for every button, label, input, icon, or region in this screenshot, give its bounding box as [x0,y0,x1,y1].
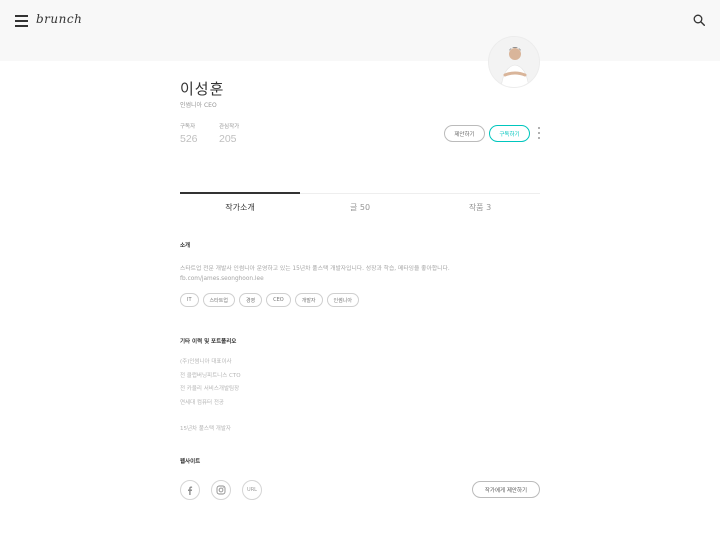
facebook-link[interactable]: fb.com/james.seonghoon.lee [180,276,264,282]
following-label: 관심작가 [219,124,240,130]
profile-cover [0,0,720,61]
subscriber-stat[interactable]: 구독자 526 [180,122,198,145]
subscriber-count: 526 [180,133,198,145]
instagram-button[interactable] [211,480,231,500]
tag-item[interactable]: 개발자 [294,293,323,307]
active-tab-indicator [180,192,300,194]
history-line: 전 클럽버닝피트니스 CTO [180,372,241,379]
tag-item[interactable]: 스타트업 [202,293,235,307]
tag-item[interactable]: 경영 [238,293,263,307]
tab-works[interactable]: 작품 3 [420,202,540,213]
url-label: URL [247,487,257,493]
more-vertical-icon[interactable] [537,127,541,139]
intro-text: 스타트업 전문 개발사 인썸니아 운영하고 있는 15년차 풀스택 개발자입니다… [180,266,450,272]
hamburger-menu-icon[interactable] [15,14,28,27]
tag-item[interactable]: 인썸니아 [326,293,359,307]
person-icon [489,37,539,87]
history-line: 전 카울리 서비스개발팀장 [180,386,240,392]
history-line: 연세대 컴퓨터 전공 [180,399,224,406]
url-button[interactable]: URL [242,480,262,500]
tag-item[interactable]: CEO [266,293,291,307]
author-name: 이성훈 [180,80,225,98]
intro-title: 소개 [180,243,191,249]
facebook-button[interactable] [180,480,200,500]
author-job: 인썸니아 CEO [180,102,217,109]
website-title: 웹사이트 [180,459,201,465]
following-stat[interactable]: 관심작가 205 [219,122,239,145]
subscribe-button[interactable]: 구독하기 [489,125,530,142]
history-list: (주)인썸니아 대표이사 전 클럽버닝피트니스 CTO 전 카울리 서비스개발팀… [180,356,241,437]
following-count: 205 [219,133,237,145]
propose-button[interactable]: 제안하기 [444,125,485,142]
facebook-icon [188,486,193,495]
tag-item[interactable]: IT [180,293,199,307]
search-icon[interactable] [693,14,705,26]
author-avatar[interactable] [488,36,540,88]
propose-to-author-button[interactable]: 작가에게 제안하기 [472,481,540,498]
instagram-icon [216,485,226,495]
history-title: 기타 이력 및 포트폴리오 [180,339,237,345]
history-extra: 15년차 풀스택 개발자 [180,426,231,432]
tab-posts[interactable]: 글 50 [300,202,420,213]
brunch-logo[interactable]: brunch [36,12,82,26]
history-line: (주)인썸니아 대표이사 [180,359,232,365]
tab-author-intro[interactable]: 작가소개 [180,202,300,213]
subscriber-label: 구독자 [180,124,196,130]
keyword-tags: IT 스타트업 경영 CEO 개발자 인썸니아 [180,293,359,307]
